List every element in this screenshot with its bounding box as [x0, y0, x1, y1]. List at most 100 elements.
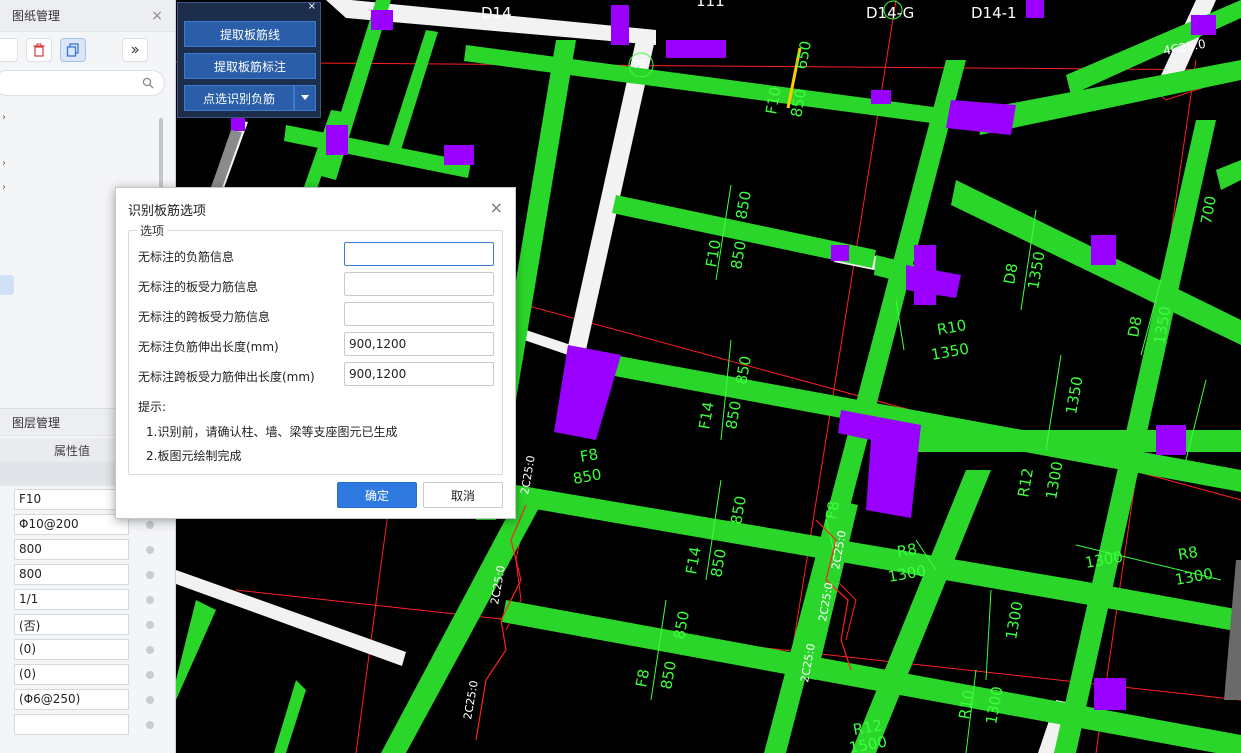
dim-r10a: R10 — [936, 316, 968, 339]
dim-f10b: F10 — [702, 238, 725, 268]
dim-1300d: 1300 — [1174, 565, 1215, 589]
rebar-label-3: 2C25:0 — [461, 679, 481, 720]
field-label: 无标注的板受力筋信息 — [138, 280, 259, 294]
tree-toggle-icon[interactable]: › — [2, 112, 6, 123]
field-label: 无标注负筋伸出长度(mm) — [138, 340, 279, 354]
property-value-cell[interactable]: (0) — [14, 664, 129, 685]
label-7e: 7E — [633, 58, 647, 71]
negative-rebar-info-input[interactable] — [344, 242, 494, 266]
delete-button[interactable] — [26, 38, 52, 62]
field-label: 无标注跨板受力筋伸出长度(mm) — [138, 370, 315, 384]
negative-extension-length-input[interactable] — [344, 332, 494, 356]
dim-850f: 850 — [572, 465, 603, 488]
label-d141: D14-1 — [971, 4, 1017, 22]
trash-icon — [33, 43, 45, 57]
label-d14g: D14-G — [866, 4, 914, 22]
label-111: 111 — [696, 0, 725, 10]
drawing-toolbar — [0, 32, 175, 68]
dim-850j: 850 — [657, 659, 680, 690]
property-lock-dot[interactable] — [146, 671, 154, 679]
property-row: 800 — [0, 562, 176, 587]
property-row: 800 — [0, 537, 176, 562]
extract-rebar-line-button[interactable]: 提取板筋线 — [184, 21, 316, 47]
dim-1350b: 1350 — [930, 340, 971, 364]
drawing-panel-title: 图纸管理 — [12, 9, 61, 23]
partial-tool-button[interactable] — [0, 38, 18, 62]
property-lock-dot[interactable] — [146, 621, 154, 629]
property-value-cell[interactable]: 800 — [14, 564, 129, 585]
property-lock-dot[interactable] — [146, 571, 154, 579]
more-tools-button[interactable] — [122, 38, 148, 62]
extract-rebar-annotation-button[interactable]: 提取板筋标注 — [184, 53, 316, 79]
property-value-cell[interactable]: (Φ6@250) — [14, 689, 129, 710]
slab-main-rebar-input[interactable] — [344, 272, 494, 296]
pick-negative-rebar-button[interactable]: 点选识别负筋 — [184, 85, 294, 111]
dim-f10a: F10 — [762, 85, 785, 115]
dim-f14a: F14 — [695, 400, 718, 430]
drawing-panel-header: 图纸管理 × — [0, 0, 175, 32]
property-lock-dot[interactable] — [146, 721, 154, 729]
drawing-panel-close-button[interactable]: × — [151, 8, 163, 24]
tree-selected-item[interactable] — [0, 275, 14, 295]
app-root: D14 111 D14-G D14-1 4C25:0 7E 650 F10 85… — [0, 0, 1241, 753]
tree-expand-icon[interactable]: › — [2, 158, 6, 169]
property-value-cell[interactable] — [14, 714, 129, 735]
property-lock-dot[interactable] — [146, 596, 154, 604]
search-icon — [142, 77, 154, 89]
options-group-title: 选项 — [137, 222, 168, 239]
dim-650: 650 — [792, 39, 815, 70]
property-lock-dot[interactable] — [146, 521, 154, 529]
pick-negative-dropdown-button[interactable] — [294, 85, 316, 111]
field-label: 无标注的负筋信息 — [138, 250, 235, 264]
dim-1350a: 1350 — [1024, 250, 1048, 291]
dialog-close-button[interactable]: × — [490, 198, 503, 217]
toolbar-close-button[interactable]: × — [308, 1, 316, 12]
property-lock-dot[interactable] — [146, 546, 154, 554]
dim-r12a: R12 — [1014, 467, 1037, 499]
drawing-search-input[interactable] — [0, 70, 165, 96]
property-value-cell[interactable]: Φ10@200 — [14, 514, 129, 535]
dim-700: 700 — [1197, 194, 1220, 225]
dim-d8a: D8 — [1000, 262, 1021, 286]
rebar-options-dialog: 识别板筋选项 × 选项 无标注的负筋信息 无标注的板受力筋信息 无标注的跨板受力… — [115, 187, 516, 519]
ok-button[interactable]: 确定 — [337, 482, 417, 508]
property-row: 1/1 — [0, 587, 176, 612]
property-row: (否) — [0, 612, 176, 637]
dim-f14b: F14 — [682, 545, 705, 575]
dim-1300e: 1300 — [1002, 600, 1026, 641]
dim-f8c: F8 — [632, 668, 653, 689]
options-group: 选项 无标注的负筋信息 无标注的板受力筋信息 无标注的跨板受力筋信息 无标注负筋… — [128, 222, 503, 475]
hint-line: 1.识别前，请确认柱、墙、梁等支座图元已生成 — [146, 425, 398, 439]
dim-r8b: R8 — [1177, 543, 1200, 564]
property-row: (0) — [0, 637, 176, 662]
double-chevron-right-icon — [131, 46, 139, 54]
cross-slab-extension-length-input[interactable] — [344, 362, 494, 386]
dim-f8b: F8 — [822, 500, 843, 521]
property-value-cell[interactable]: (0) — [14, 639, 129, 660]
dim-d8b: D8 — [1124, 315, 1145, 339]
dialog-title: 识别板筋选项 — [128, 204, 207, 219]
dim-f8a: F8 — [579, 445, 600, 466]
cross-slab-rebar-input[interactable] — [344, 302, 494, 326]
dim-1350d: 1350 — [1062, 375, 1086, 416]
property-value-cell[interactable]: 800 — [14, 539, 129, 560]
property-row: (Φ6@250) — [0, 687, 176, 712]
property-lock-dot[interactable] — [146, 696, 154, 704]
hint-title: 提示: — [138, 400, 167, 414]
tree-expand-icon[interactable]: › — [2, 182, 6, 193]
property-lock-dot[interactable] — [146, 646, 154, 654]
property-value-cell[interactable]: 1/1 — [14, 589, 129, 610]
hint-line: 2.板图元绘制完成 — [146, 449, 242, 463]
property-value-column: 属性值 — [54, 443, 91, 458]
property-value-cell[interactable]: (否) — [14, 614, 129, 635]
dim-r8a: R8 — [896, 540, 919, 561]
label-d14: D14 — [481, 4, 512, 22]
rebar-recognition-toolbar: × 提取板筋线 提取板筋标注 点选识别负筋 — [177, 1, 321, 118]
cancel-button[interactable]: 取消 — [423, 482, 503, 508]
copy-button[interactable] — [60, 38, 86, 62]
dim-1300a: 1300 — [1042, 460, 1066, 501]
layer-panel-title: 图层管理 — [12, 415, 61, 430]
property-rows: F10 Φ10@200 800 800 1/1 (否) (0) (0) (Φ6@… — [0, 487, 176, 737]
dim-850g: 850 — [727, 494, 750, 525]
property-value-cell[interactable]: F10 — [14, 489, 129, 510]
